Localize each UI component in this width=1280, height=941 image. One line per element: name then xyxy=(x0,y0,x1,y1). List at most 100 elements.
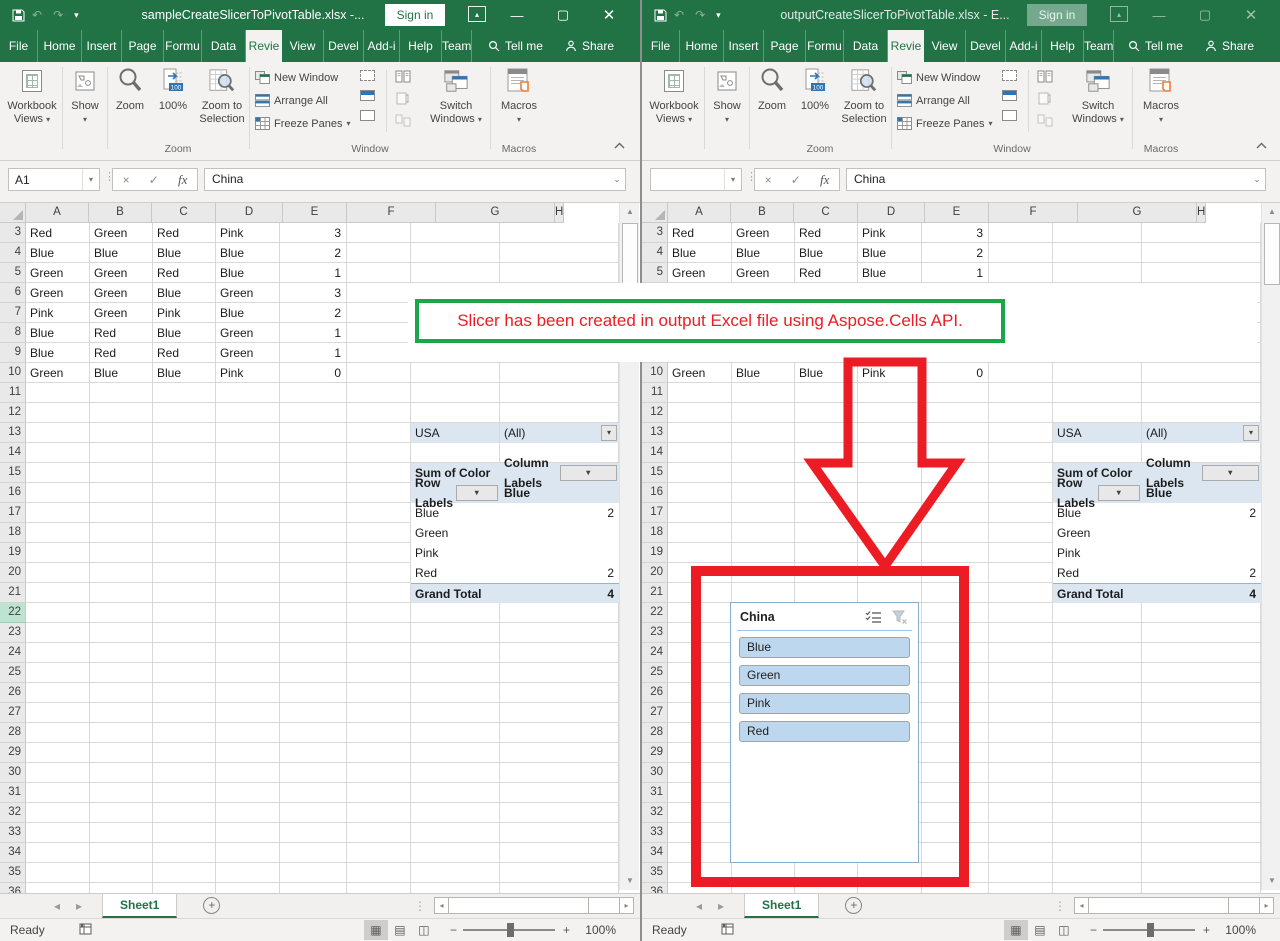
row-header[interactable]: 5 xyxy=(642,263,668,283)
slicer-item[interactable]: Red xyxy=(739,721,910,742)
row-header[interactable]: 26 xyxy=(0,683,26,703)
row-header[interactable]: 27 xyxy=(0,703,26,723)
cell[interactable]: Blue xyxy=(26,343,90,363)
pivot-row-item[interactable]: Green xyxy=(1057,523,1142,543)
row-header[interactable]: 36 xyxy=(0,883,26,893)
row-header[interactable]: 32 xyxy=(0,803,26,823)
column-header[interactable]: G xyxy=(436,203,555,223)
new-window-button[interactable]: New Window xyxy=(255,68,351,87)
scroll-right-icon[interactable]: ▸ xyxy=(619,897,634,914)
row-labels-dropdown-icon[interactable]: ▾ xyxy=(456,485,499,501)
row-header[interactable]: 24 xyxy=(642,643,668,663)
row-header[interactable]: 31 xyxy=(0,783,26,803)
cell[interactable]: 1 xyxy=(280,343,347,363)
cell[interactable]: Green xyxy=(26,283,90,303)
horizontal-scroll-thumb[interactable] xyxy=(451,898,589,913)
maximize-button[interactable]: ▢ xyxy=(546,0,580,30)
save-icon[interactable] xyxy=(12,9,25,22)
cell[interactable]: Blue xyxy=(216,303,280,323)
page-break-view-icon[interactable]: ◫ xyxy=(412,920,436,940)
name-box[interactable]: ▾ xyxy=(650,168,742,191)
cell[interactable]: 1 xyxy=(280,263,347,283)
row-header[interactable]: 16 xyxy=(0,483,26,503)
ribbon-tab[interactable]: Page xyxy=(122,30,164,62)
scroll-down-icon[interactable]: ▼ xyxy=(1263,872,1280,890)
name-box[interactable]: A1 ▾ xyxy=(8,168,100,191)
share-button[interactable]: Share xyxy=(1205,39,1254,53)
workbook-views-button[interactable]: Workbook Views ▾ xyxy=(4,66,60,126)
cell[interactable]: Blue xyxy=(795,363,858,383)
multi-select-icon[interactable] xyxy=(865,610,882,623)
macro-record-icon[interactable] xyxy=(721,923,734,938)
cell[interactable]: Green xyxy=(216,283,280,303)
zoom-to-selection-button[interactable]: Zoom to Selection xyxy=(838,66,890,126)
cell[interactable]: 1 xyxy=(280,323,347,343)
ribbon-tab[interactable]: Formu xyxy=(164,30,202,62)
row-header[interactable]: 10 xyxy=(0,363,26,383)
arrange-all-button[interactable]: Arrange All xyxy=(897,91,993,110)
cell[interactable]: Green xyxy=(26,363,90,383)
scroll-right-icon[interactable]: ▸ xyxy=(1259,897,1274,914)
row-header[interactable]: 8 xyxy=(0,323,26,343)
column-header[interactable]: A xyxy=(668,203,731,223)
expand-formula-bar-icon[interactable]: ⌄ xyxy=(1249,169,1265,190)
redo-icon[interactable]: ↷▾ xyxy=(53,8,67,22)
slicer-item[interactable]: Pink xyxy=(739,693,910,714)
row-header[interactable]: 30 xyxy=(642,763,668,783)
zoom-in-icon[interactable]: + xyxy=(563,923,570,937)
cell[interactable]: Pink xyxy=(216,363,280,383)
row-header[interactable]: 14 xyxy=(0,443,26,463)
cell[interactable]: 3 xyxy=(280,223,347,243)
row-header[interactable]: 33 xyxy=(642,823,668,843)
column-header[interactable]: C xyxy=(152,203,216,223)
collapse-ribbon-icon[interactable] xyxy=(1256,140,1267,152)
show-button[interactable]: Show ▾ xyxy=(65,66,105,126)
row-header[interactable]: 15 xyxy=(642,463,668,483)
ribbon-tab[interactable]: Add-i xyxy=(364,30,400,62)
row-header[interactable]: 35 xyxy=(0,863,26,883)
normal-view-icon[interactable]: ▦ xyxy=(364,920,388,940)
row-header[interactable]: 29 xyxy=(0,743,26,763)
cell[interactable]: Pink xyxy=(153,303,216,323)
cell[interactable]: Blue xyxy=(668,243,732,263)
page-break-view-icon[interactable]: ◫ xyxy=(1052,920,1076,940)
cell[interactable]: Green xyxy=(90,263,153,283)
synchronous-scrolling-button[interactable] xyxy=(1037,92,1053,108)
unhide-button[interactable] xyxy=(360,110,375,121)
row-header[interactable]: 23 xyxy=(642,623,668,643)
row-header[interactable]: 12 xyxy=(0,403,26,423)
switch-windows-button[interactable]: Switch Windows ▾ xyxy=(428,66,484,126)
zoom-in-icon[interactable]: + xyxy=(1203,923,1210,937)
row-header[interactable]: 15 xyxy=(0,463,26,483)
row-header[interactable]: 36 xyxy=(642,883,668,893)
row-header[interactable]: 11 xyxy=(0,383,26,403)
maximize-button[interactable]: ▢ xyxy=(1188,0,1222,30)
reset-window-position-button[interactable] xyxy=(1037,114,1053,130)
normal-view-icon[interactable]: ▦ xyxy=(1004,920,1028,940)
pivot-value[interactable]: 2 xyxy=(504,503,619,523)
tell-me-button[interactable]: Tell me xyxy=(488,39,543,53)
cell[interactable]: Blue xyxy=(216,263,280,283)
ribbon-tab[interactable]: Data xyxy=(844,30,888,62)
column-header[interactable]: D xyxy=(216,203,283,223)
undo-icon[interactable]: ↶▾ xyxy=(674,8,688,22)
pivot-value[interactable]: 2 xyxy=(504,563,619,583)
row-header[interactable]: 19 xyxy=(0,543,26,563)
pivot-row-item[interactable]: Red xyxy=(415,563,500,583)
cell[interactable]: Red xyxy=(795,263,858,283)
slicer[interactable]: China BlueGreenPinkRed xyxy=(730,602,919,863)
row-header[interactable]: 17 xyxy=(0,503,26,523)
freeze-panes-button[interactable]: Freeze Panes ▾ xyxy=(255,114,351,133)
ribbon-tab[interactable]: Page xyxy=(764,30,806,62)
horizontal-scrollbar[interactable]: ◂ ▸ xyxy=(1074,897,1274,914)
minimize-button[interactable]: — xyxy=(500,0,534,30)
undo-icon[interactable]: ↶▾ xyxy=(32,8,46,22)
pivot-row-item[interactable]: Blue xyxy=(415,503,500,523)
cell[interactable]: Blue xyxy=(732,243,795,263)
row-header[interactable]: 17 xyxy=(642,503,668,523)
row-header[interactable]: 28 xyxy=(642,723,668,743)
row-header[interactable]: 25 xyxy=(642,663,668,683)
pivot-value[interactable]: 2 xyxy=(1146,503,1261,523)
ribbon-display-options-icon[interactable]: ▴ xyxy=(1110,6,1128,22)
ribbon-tab[interactable]: Insert xyxy=(724,30,764,62)
